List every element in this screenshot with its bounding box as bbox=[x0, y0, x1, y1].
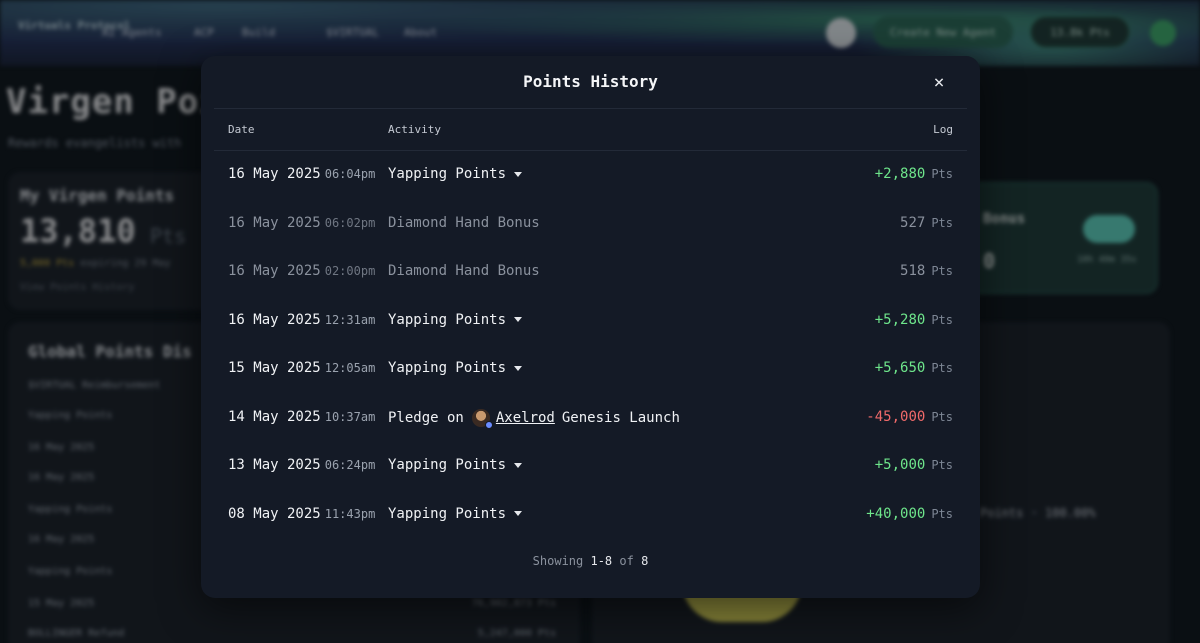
log-unit: Pts bbox=[931, 215, 953, 230]
row-date: 15 May 2025 12:05am bbox=[228, 360, 375, 376]
log-value: +5,280 bbox=[874, 311, 926, 328]
activity-text: Yapping Points bbox=[388, 311, 507, 328]
close-button[interactable]: × bbox=[927, 70, 951, 94]
row-activity-dropdown[interactable]: Yapping Points bbox=[388, 505, 523, 522]
header-divider bbox=[214, 108, 967, 109]
table-row: 13 May 2025 06:24pm Yapping Points +5,000… bbox=[201, 442, 980, 490]
time-text: 06:24pm bbox=[324, 458, 376, 472]
agent-avatar[interactable] bbox=[471, 408, 493, 429]
pagination-summary: Showing 1-8 of 8 bbox=[201, 554, 980, 568]
time-text: 12:05am bbox=[324, 361, 376, 375]
log-unit: Pts bbox=[931, 458, 953, 472]
time-text: 11:43pm bbox=[324, 506, 376, 521]
showing-total: 8 bbox=[641, 554, 649, 568]
activity-text: Diamond Hand Bonus bbox=[388, 214, 540, 231]
activity-text: Yapping Points bbox=[388, 360, 507, 376]
activity-text: Yapping Points bbox=[388, 457, 507, 473]
log-unit: Pts bbox=[931, 361, 953, 375]
time-text: 06:02pm bbox=[324, 215, 376, 230]
date-text: 16 May 2025 bbox=[228, 214, 321, 231]
date-text: 08 May 2025 bbox=[228, 505, 321, 522]
log-value: +5,000 bbox=[874, 457, 926, 473]
row-activity-dropdown[interactable]: Yapping Points bbox=[388, 360, 523, 376]
caret-down-icon bbox=[514, 462, 523, 468]
log-value: 527 bbox=[900, 214, 926, 231]
agent-link[interactable]: Axelrod bbox=[496, 410, 555, 426]
row-date: 16 May 2025 02:00pm bbox=[228, 263, 375, 279]
date-text: 16 May 2025 bbox=[228, 166, 321, 182]
table-row: 15 May 2025 12:05am Yapping Points +5,650… bbox=[201, 345, 980, 393]
log-value: -45,000 bbox=[866, 408, 926, 425]
row-activity-dropdown[interactable]: Yapping Points bbox=[388, 166, 523, 182]
activity-text: Yapping Points bbox=[388, 166, 507, 182]
table-row: 16 May 2025 12:31am Yapping Points +5,280… bbox=[201, 297, 980, 345]
log-value: +40,000 bbox=[866, 505, 926, 522]
date-text: 16 May 2025 bbox=[228, 311, 321, 328]
row-log: +5,280 Pts bbox=[875, 312, 953, 328]
caret-down-icon bbox=[514, 317, 523, 322]
row-activity: Diamond Hand Bonus bbox=[388, 263, 540, 279]
time-text: 10:37am bbox=[324, 409, 376, 424]
activity-prefix: Pledge on bbox=[388, 409, 464, 426]
showing-label: Showing bbox=[532, 554, 584, 568]
log-unit: Pts bbox=[931, 167, 953, 181]
date-text: 13 May 2025 bbox=[228, 457, 321, 473]
column-header-log: Log bbox=[933, 123, 953, 136]
table-row: 08 May 2025 11:43pm Yapping Points +40,00… bbox=[201, 491, 980, 539]
activity-text: Diamond Hand Bonus bbox=[388, 263, 540, 279]
caret-down-icon bbox=[514, 511, 523, 516]
date-text: 16 May 2025 bbox=[228, 263, 321, 279]
table-row: 16 May 2025 02:00pm Diamond Hand Bonus 51… bbox=[201, 248, 980, 296]
log-unit: Pts bbox=[931, 264, 953, 278]
points-history-modal: Points History × Date Activity Log 16 Ma… bbox=[201, 56, 980, 598]
of-label: of bbox=[619, 554, 634, 568]
row-log: +5,000 Pts bbox=[875, 457, 953, 473]
log-value: +5,650 bbox=[874, 360, 926, 376]
column-header-date: Date bbox=[228, 123, 255, 136]
row-activity: Pledge on Axelrod Genesis Launch bbox=[388, 408, 680, 429]
row-date: 08 May 2025 11:43pm bbox=[228, 506, 375, 522]
close-icon: × bbox=[933, 71, 945, 93]
column-header-activity: Activity bbox=[388, 123, 441, 136]
row-log: 518 Pts bbox=[900, 263, 953, 279]
row-log: 527 Pts bbox=[900, 215, 953, 231]
log-value: +2,880 bbox=[874, 166, 926, 182]
log-unit: Pts bbox=[931, 506, 953, 521]
activity-text: Yapping Points bbox=[388, 505, 507, 522]
caret-down-icon bbox=[514, 365, 523, 371]
row-activity: Diamond Hand Bonus bbox=[388, 215, 540, 231]
table-row: 16 May 2025 06:02pm Diamond Hand Bonus 52… bbox=[201, 200, 980, 248]
log-unit: Pts bbox=[931, 312, 953, 327]
row-activity-dropdown[interactable]: Yapping Points bbox=[388, 311, 523, 328]
caret-down-icon bbox=[514, 171, 523, 177]
table-row: 16 May 2025 06:04pm Yapping Points +2,880… bbox=[201, 151, 980, 199]
row-log: +40,000 Pts bbox=[866, 506, 953, 522]
time-text: 12:31am bbox=[324, 312, 376, 327]
row-date: 13 May 2025 06:24pm bbox=[228, 457, 375, 473]
table-row: 14 May 2025 10:37am Pledge on Axelrod Gen… bbox=[201, 394, 980, 442]
verified-badge-icon bbox=[484, 420, 493, 429]
log-value: 518 bbox=[900, 263, 926, 279]
row-log: -45,000 Pts bbox=[866, 409, 953, 425]
row-date: 14 May 2025 10:37am bbox=[228, 409, 375, 425]
row-log: +2,880 Pts bbox=[875, 166, 953, 182]
row-log: +5,650 Pts bbox=[875, 360, 953, 376]
date-text: 15 May 2025 bbox=[228, 360, 321, 376]
row-activity-dropdown[interactable]: Yapping Points bbox=[388, 457, 523, 473]
time-text: 02:00pm bbox=[324, 264, 376, 278]
log-unit: Pts bbox=[931, 409, 953, 424]
showing-range: 1-8 bbox=[590, 554, 613, 568]
row-date: 16 May 2025 06:02pm bbox=[228, 215, 375, 231]
row-date: 16 May 2025 12:31am bbox=[228, 312, 375, 328]
modal-title: Points History bbox=[523, 72, 658, 91]
date-text: 14 May 2025 bbox=[228, 408, 321, 425]
row-date: 16 May 2025 06:04pm bbox=[228, 166, 375, 182]
activity-suffix: Genesis Launch bbox=[561, 409, 680, 426]
time-text: 06:04pm bbox=[324, 167, 376, 181]
